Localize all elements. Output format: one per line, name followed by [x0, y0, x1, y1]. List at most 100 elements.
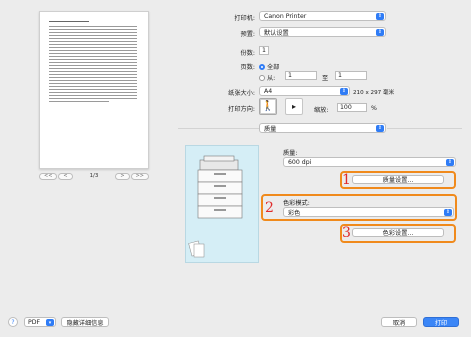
scale-label: 缩放: — [314, 107, 329, 114]
portrait-button[interactable]: 🚶 — [259, 98, 277, 115]
pages-from-field[interactable]: 1 — [285, 71, 317, 80]
landscape-button[interactable]: ▸ — [285, 98, 303, 115]
paper-size-select[interactable]: A4 ⇕ — [259, 86, 350, 96]
preview-text-line — [49, 38, 137, 39]
preview-text-line — [49, 92, 137, 93]
paper-size-value: A4 — [264, 87, 273, 95]
quality-label: 质量: — [283, 150, 298, 157]
page-count: 1/3 — [89, 173, 99, 179]
color-settings-button[interactable]: 色彩设置... — [352, 228, 444, 237]
preview-text-line — [49, 68, 137, 69]
scale-value: 100 — [340, 104, 352, 111]
preview-navigation: << < 1/3 > >> — [39, 172, 149, 180]
pages-all-label: 全部 — [267, 64, 280, 71]
color-settings-label: 色彩设置... — [382, 230, 414, 237]
last-page-button[interactable]: >> — [130, 172, 149, 180]
radio-selected-icon — [259, 63, 265, 70]
quality-value: 600 dpi — [288, 158, 312, 166]
pages-label: 页数: — [240, 64, 255, 71]
paper-dimensions: 210 x 297 毫米 — [353, 90, 395, 96]
scale-unit: % — [371, 105, 377, 112]
pages-from-value: 1 — [288, 72, 292, 79]
section-select[interactable]: 质量 ⇕ — [259, 123, 386, 133]
next-page-button[interactable]: > — [115, 172, 130, 180]
preview-text-line — [49, 47, 137, 48]
printer-label: 打印机: — [234, 15, 255, 22]
preview-text-line — [49, 62, 137, 63]
printer-value: Canon Printer — [264, 12, 307, 20]
chevron-updown-icon: ⇕ — [444, 209, 452, 216]
pages-to-label: 至 — [322, 75, 329, 82]
color-mode-select[interactable]: 彩色 ⇕ — [283, 207, 454, 217]
preview-text-line — [49, 35, 137, 36]
preset-label: 预置: — [240, 31, 255, 38]
print-label: 打印 — [434, 319, 448, 327]
quality-settings-button[interactable]: 质量设置... — [352, 175, 444, 184]
landscape-icon: ▸ — [291, 101, 296, 111]
copies-label: 份数: — [240, 50, 255, 57]
preview-text-line — [49, 77, 137, 78]
pages-from-label: 从: — [267, 75, 276, 82]
preview-text-line — [49, 80, 137, 81]
preview-text-line — [49, 21, 89, 22]
radio-unselected-icon — [259, 74, 265, 81]
scale-field[interactable]: 100 — [337, 103, 367, 112]
hide-details-label: 隐藏详细信息 — [66, 319, 104, 327]
preview-text-line — [49, 74, 137, 75]
preview-text-line — [49, 95, 137, 96]
paper-size-label: 纸张大小: — [228, 90, 255, 97]
pages-to-field[interactable]: 1 — [335, 71, 367, 80]
portrait-icon: 🚶 — [261, 100, 275, 112]
preview-text-line — [49, 71, 137, 72]
callout-number-3: 3 — [342, 225, 351, 241]
preview-text-line — [49, 44, 137, 45]
preview-text-line — [49, 50, 137, 51]
chevron-updown-icon: ⇕ — [376, 13, 384, 20]
quality-select[interactable]: 600 dpi ⇕ — [283, 157, 456, 167]
pdf-label: PDF — [28, 318, 41, 326]
callout-number-1: 1 — [342, 172, 351, 188]
printer-image-pane — [185, 145, 259, 263]
chevron-updown-icon: ⇕ — [446, 159, 454, 166]
pages-all-option[interactable]: 全部 — [259, 62, 279, 71]
copies-field[interactable]: 1 — [259, 46, 269, 55]
preset-select[interactable]: 默认设置 ⇕ — [259, 27, 386, 37]
preview-text-line — [49, 89, 137, 90]
printer-icon — [188, 155, 243, 258]
cancel-button[interactable]: 取消 — [381, 317, 417, 327]
chevron-down-icon: ▾ — [46, 319, 54, 326]
color-mode-label: 色彩模式: — [283, 200, 310, 207]
orientation-label: 打印方向: — [228, 106, 255, 113]
hide-details-button[interactable]: 隐藏详细信息 — [61, 317, 109, 327]
preview-text-line — [49, 53, 137, 54]
prev-page-button[interactable]: < — [58, 172, 73, 180]
preview-text-line — [49, 41, 137, 42]
cancel-label: 取消 — [392, 319, 406, 327]
first-page-button[interactable]: << — [39, 172, 58, 180]
quality-settings-label: 质量设置... — [382, 177, 414, 184]
color-mode-value: 彩色 — [288, 209, 301, 217]
copies-value: 1 — [262, 47, 266, 54]
preview-text-line — [49, 56, 137, 57]
pages-to-value: 1 — [338, 72, 342, 79]
preview-text-line — [49, 26, 137, 27]
print-button[interactable]: 打印 — [423, 317, 459, 327]
pdf-menu-button[interactable]: PDF ▾ — [24, 317, 56, 327]
preview-text-line — [49, 98, 137, 99]
preview-text-line — [49, 83, 137, 84]
preview-text-line — [49, 59, 137, 60]
chevron-updown-icon: ⇕ — [376, 125, 384, 132]
callout-number-2: 2 — [265, 200, 274, 216]
help-button[interactable]: ? — [8, 317, 18, 327]
preset-value: 默认设置 — [264, 29, 289, 37]
chevron-updown-icon: ⇕ — [376, 29, 384, 36]
preview-text-line — [49, 29, 137, 30]
help-icon: ? — [11, 318, 15, 326]
pages-range-option[interactable]: 从: — [259, 73, 275, 82]
section-value: 质量 — [264, 125, 277, 133]
preview-text-line — [49, 32, 137, 33]
preview-text-line — [49, 86, 137, 87]
divider — [178, 128, 260, 129]
printer-select[interactable]: Canon Printer ⇕ — [259, 11, 386, 21]
chevron-updown-icon: ⇕ — [340, 88, 348, 95]
